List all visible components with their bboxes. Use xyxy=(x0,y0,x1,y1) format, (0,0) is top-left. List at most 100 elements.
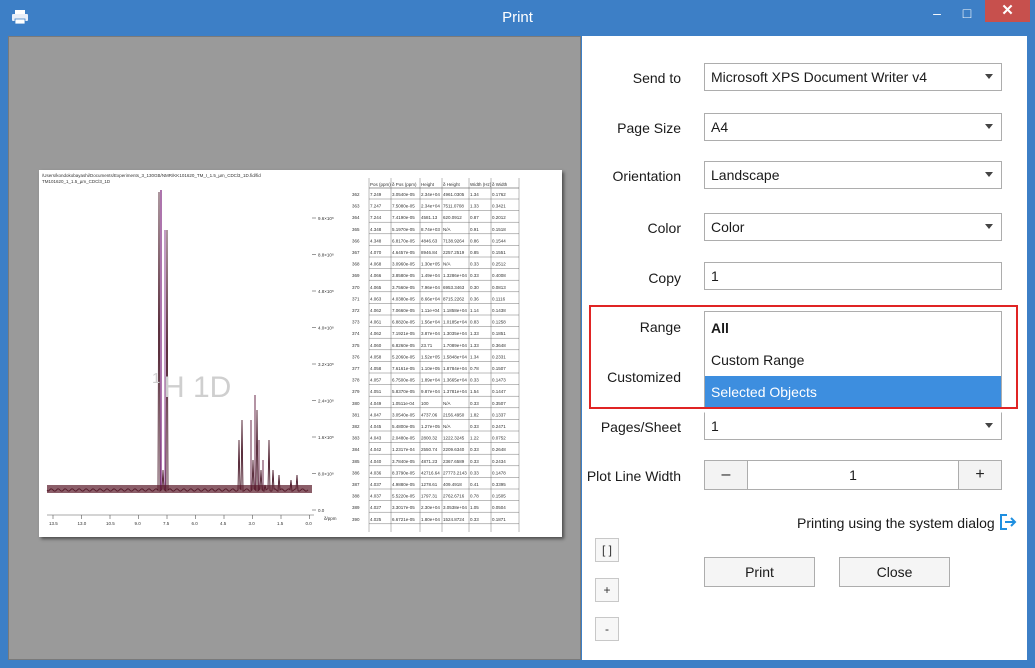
table-cell: 6.6721e-05 xyxy=(392,517,415,522)
table-cell: 4.0380e-05 xyxy=(392,296,415,301)
fit-page-button[interactable]: [ ] xyxy=(595,538,619,562)
chevron-down-icon xyxy=(985,423,993,428)
zoom-out-button[interactable]: - xyxy=(595,617,619,641)
table-cell: 3.0538e+04 xyxy=(443,505,467,510)
table-cell: 0.33 xyxy=(470,378,479,383)
table-cell: 0.1438 xyxy=(492,308,506,313)
x-tick-label: 4.5 xyxy=(220,521,227,526)
table-cell: 0.33 xyxy=(470,517,479,522)
pages-sheet-value: 1 xyxy=(711,418,719,434)
y-tick-label: 4.0×10⁸ xyxy=(318,326,334,331)
table-cell: 5.4800e-05 xyxy=(392,424,415,429)
close-window-button[interactable]: ✕ xyxy=(985,0,1030,22)
table-cell: 376 xyxy=(352,354,360,359)
table-cell: 373 xyxy=(352,320,360,325)
table-cell: 0.1851 xyxy=(492,331,506,336)
highlight-box xyxy=(589,305,1018,409)
table-cell: 0.2012 xyxy=(492,215,506,220)
table-cell: 27773.2143 xyxy=(443,470,467,475)
y-tick-label: 8.0×10⁸ xyxy=(318,472,334,477)
table-cell: 0.2331 xyxy=(492,354,506,359)
table-cell: 0.2471 xyxy=(492,424,506,429)
table-cell: 1.52e+05 xyxy=(421,354,440,359)
print-preview-area[interactable]: /Users/kondokobayashi/Documents/Experime… xyxy=(8,36,581,660)
table-cell: 366 xyxy=(352,238,360,243)
table-cell: 2257.2519 xyxy=(443,250,465,255)
pages-sheet-select[interactable]: 1 xyxy=(704,412,1002,440)
table-cell: 5.2060e-05 xyxy=(392,354,415,359)
table-header-cell: Width (Hz) xyxy=(470,182,492,187)
line-width-increase-button[interactable]: + xyxy=(958,460,1002,490)
table-cell: 1.27e+05 xyxy=(421,424,440,429)
table-cell: 4.061 xyxy=(370,320,382,325)
y-axis-ticks: 9.6×10⁸ 8.8×10⁸ 4.8×10⁸ 4.0×10⁸ 3.2×10⁸ 2.4×1… xyxy=(47,216,334,516)
table-cell: 4.037 xyxy=(370,482,382,487)
table-cell: 0.78 xyxy=(470,366,479,371)
y-tick-label: 8.8×10⁸ xyxy=(318,253,334,258)
table-cell: 3.3017e-05 xyxy=(392,505,415,510)
line-width-value[interactable]: 1 xyxy=(748,460,958,490)
table-cell: 374 xyxy=(352,331,360,336)
maximize-button[interactable]: □ xyxy=(952,0,982,27)
table-cell: 4737.06 xyxy=(421,412,438,417)
peak-table: Pos (ppm) δ Pos (ppm) Height δ Height Width … xyxy=(352,178,520,532)
x-tick-label: 13.0 xyxy=(78,521,87,526)
watermark-superscript: 1 xyxy=(152,370,160,387)
page-size-label: Page Size xyxy=(617,120,681,136)
table-cell: 1.0185e+04 xyxy=(443,320,467,325)
table-cell: 1.14 xyxy=(470,308,479,313)
table-cell: 0.33 xyxy=(470,470,479,475)
table-cell: 3.8580e-05 xyxy=(392,273,415,278)
table-cell: 1.30e+05 xyxy=(421,262,440,267)
copy-input[interactable]: 1 xyxy=(704,262,1002,290)
minimize-button[interactable]: – xyxy=(922,0,952,27)
plot-line-width-label: Plot Line Width xyxy=(586,468,681,484)
table-cell: 4.063 xyxy=(370,296,382,301)
chevron-down-icon xyxy=(985,124,993,129)
table-cell: 7.1921e-05 xyxy=(392,331,415,336)
line-width-decrease-button[interactable]: – xyxy=(704,460,748,490)
table-cell: 1.2317e-04 xyxy=(392,447,415,452)
table-cell: 371 xyxy=(352,296,360,301)
table-cell: 3.0960e-05 xyxy=(392,262,415,267)
x-tick-label: 3.0 xyxy=(249,521,256,526)
table-cell: 368 xyxy=(352,262,360,267)
table-cell: 4.037 xyxy=(370,494,382,499)
table-cell: 42716.64 xyxy=(421,470,440,475)
table-cell: 2.34e+04 xyxy=(421,192,440,197)
table-cell: 4.047 xyxy=(370,412,382,417)
orientation-select[interactable]: Landscape xyxy=(704,161,1002,189)
table-cell: 380 xyxy=(352,401,360,406)
table-cell: 100 xyxy=(421,401,429,406)
system-dialog-link[interactable]: Printing using the system dialog xyxy=(797,515,995,531)
table-cell: 377 xyxy=(352,366,360,371)
table-cell: 0.3421 xyxy=(492,204,506,209)
table-cell: 3.0540e-05 xyxy=(392,412,415,417)
title-bar[interactable]: Print – □ ✕ xyxy=(0,0,1035,36)
table-cell: 6.7500e-05 xyxy=(392,378,415,383)
close-button[interactable]: Close xyxy=(839,557,950,587)
table-cell: 4.068 xyxy=(370,262,382,267)
table-cell: 4.027 xyxy=(370,505,382,510)
table-cell: 0.3507 xyxy=(492,401,506,406)
x-tick-label: 7.5 xyxy=(163,521,170,526)
table-cell: 1.8784e+04 xyxy=(443,366,467,371)
table-cell: 375 xyxy=(352,343,360,348)
color-select[interactable]: Color xyxy=(704,213,1002,241)
print-button[interactable]: Print xyxy=(704,557,815,587)
zoom-in-button[interactable]: + xyxy=(595,578,619,602)
external-dialog-icon[interactable] xyxy=(998,512,1018,532)
table-header-cell: δ Height xyxy=(443,182,461,187)
page-size-select[interactable]: A4 xyxy=(704,113,1002,141)
table-cell: 620.0912 xyxy=(443,215,462,220)
x-axis-unit: δ/ppm xyxy=(324,516,337,521)
table-cell: 2800.32 xyxy=(421,436,438,441)
table-cell: 1.5848e+04 xyxy=(443,354,467,359)
send-to-select[interactable]: Microsoft XPS Document Writer v4 xyxy=(704,63,1002,91)
table-cell: 3.7840e-05 xyxy=(392,459,415,464)
table-cell: 0.86 xyxy=(470,238,479,243)
table-cell: 1.34 xyxy=(470,354,479,359)
table-cell: 8715.2262 xyxy=(443,296,465,301)
table-cell: 4.036 xyxy=(370,470,382,475)
orientation-label: Orientation xyxy=(612,168,681,184)
